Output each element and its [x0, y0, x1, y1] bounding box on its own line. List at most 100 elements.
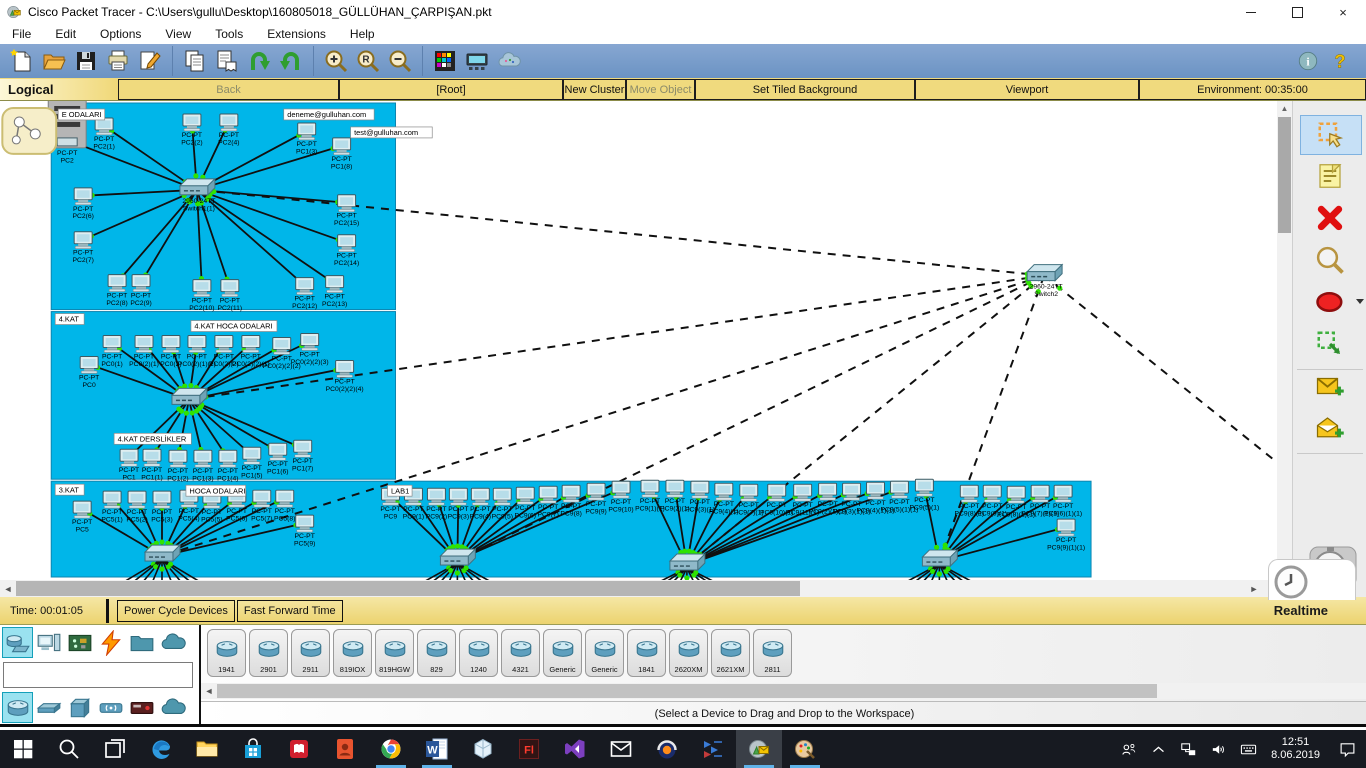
tray-people-icon[interactable]	[1113, 730, 1143, 768]
subcategory-wan-emulation[interactable]	[158, 693, 187, 722]
device-router-1941-0[interactable]: 1941	[207, 629, 246, 677]
scroll-left-arrow[interactable]: ◄	[0, 580, 16, 597]
pc-node[interactable]: PC5(8)PC-PTPC5(8)	[274, 490, 295, 522]
taskbar-paint-icon[interactable]	[782, 730, 828, 768]
switch-node[interactable]: switch	[922, 550, 957, 566]
pc-node[interactable]: PC9(6)PC-PTPC9(6)	[515, 487, 536, 519]
device-router-2911-2[interactable]: 2911	[291, 629, 330, 677]
pc-node[interactable]: PC1(3)PC-PTPC1(3)	[296, 123, 317, 155]
pc-node[interactable]: PC9(8)PC-PTPC9(8)	[560, 485, 581, 517]
device-list-scrollbar[interactable]: ◄	[201, 683, 1366, 699]
move-object-button[interactable]: Move Object	[626, 79, 695, 100]
taskbar-people-app-icon[interactable]	[322, 730, 368, 768]
switch-node[interactable]: switch	[440, 549, 475, 565]
pc-node[interactable]: PC9(3)PC-PTPC9(3)	[448, 488, 469, 520]
menu-extensions[interactable]: Extensions	[255, 27, 338, 41]
help-button[interactable]: ?	[1327, 48, 1353, 74]
pc-node[interactable]: PC2(6)PC-PTPC2(6)	[72, 188, 93, 220]
tray-volume-icon[interactable]	[1203, 730, 1233, 768]
taskbar-compare-app-icon[interactable]	[690, 730, 736, 768]
device-router-829-5[interactable]: 829	[417, 629, 456, 677]
subcategory-switches[interactable]	[34, 693, 63, 722]
canvas-text-label[interactable]: HOCA ODALARI	[186, 485, 246, 496]
pc-node[interactable]: PC1(3)PC-PTPC1(3)	[192, 450, 213, 482]
device-router-generic-8[interactable]: Generic	[543, 629, 582, 677]
close-button[interactable]: ×	[1320, 0, 1366, 24]
pc-node[interactable]: PC2(1)PC-PTPC2(1)	[93, 118, 114, 150]
select-tool[interactable]	[1300, 115, 1362, 155]
tray-network-icon[interactable]	[1173, 730, 1203, 768]
paste-button[interactable]	[214, 48, 240, 74]
note-edit-button[interactable]	[137, 48, 163, 74]
zoom-out-button[interactable]	[387, 48, 413, 74]
subcategory-routers[interactable]	[3, 693, 32, 722]
custom-device-button[interactable]	[464, 48, 490, 74]
pc-node[interactable]: PC1(4)PC-PTPC1(4)	[217, 450, 238, 482]
pc-node[interactable]: PC5(1)PC-PTPC5(1)	[101, 491, 122, 523]
action-center-icon[interactable]	[1328, 730, 1366, 768]
subcategory-security[interactable]	[127, 693, 156, 722]
switch-node[interactable]: switch	[172, 388, 207, 404]
power-cycle-devices-button[interactable]: Power Cycle Devices	[117, 600, 235, 622]
device-router-819iox-3[interactable]: 819IOX	[333, 629, 372, 677]
save-button[interactable]	[73, 48, 99, 74]
menu-edit[interactable]: Edit	[43, 27, 88, 41]
pc-node[interactable]: PC1(5)PC-PTPC1(5)	[241, 447, 262, 479]
vertical-scrollbar[interactable]: ▲ ▼	[1277, 101, 1292, 580]
zoom-in-button[interactable]	[323, 48, 349, 74]
tray-clock[interactable]: 12:51 8.06.2019	[1263, 736, 1328, 762]
pc-node[interactable]: PC9(5)PC-PTPC9(5)	[492, 488, 513, 520]
print-button[interactable]	[105, 48, 131, 74]
taskbar-start-icon[interactable]	[0, 730, 46, 768]
canvas-text-label[interactable]: 4.KAT	[55, 314, 84, 325]
resize-shape-tool[interactable]	[1300, 325, 1360, 363]
zoom-reset-button[interactable]: R	[355, 48, 381, 74]
canvas-text-label[interactable]: test@gulluhan.com	[351, 127, 433, 138]
menu-help[interactable]: Help	[338, 27, 387, 41]
device-scroll-thumb[interactable]	[217, 684, 1157, 698]
device-router-2901-1[interactable]: 2901	[249, 629, 288, 677]
pc-node[interactable]: PC1(6)PC-PTPC1(6)	[267, 443, 288, 475]
pc-node[interactable]: PC9(2)PC-PTPC9(2)	[426, 488, 447, 520]
draw-ellipse-tool[interactable]	[1300, 283, 1360, 321]
undo-button[interactable]	[246, 48, 272, 74]
taskbar-mixed-reality-icon[interactable]	[460, 730, 506, 768]
redo-button[interactable]	[278, 48, 304, 74]
workspace-canvas[interactable]: PC2PC-PTPC2PC2(1)PC-PTPC2(1)PC2(2)PC-PTP…	[0, 101, 1277, 580]
canvas-text-label[interactable]: 3.KAT	[55, 484, 84, 495]
pc-node[interactable]: PC2(4)PC-PTPC2(4)	[218, 114, 239, 146]
category-multiuser[interactable]	[158, 628, 187, 657]
pc-node[interactable]: PC5(7)PC-PTPC5(7)	[251, 490, 272, 522]
ellipse-dropdown-arrow[interactable]	[1356, 299, 1364, 304]
horizontal-scroll-thumb[interactable]	[16, 581, 800, 596]
subcategory-wireless-devices[interactable]	[96, 693, 125, 722]
scroll-up-arrow[interactable]: ▲	[1277, 101, 1292, 116]
device-router-4321-7[interactable]: 4321	[501, 629, 540, 677]
pc-node[interactable]: PC5(9)PC-PTPC5(9)	[294, 515, 315, 547]
category-network-devices[interactable]	[3, 628, 32, 657]
pc-node[interactable]: PC1(1)PC-PTPC1(1)	[141, 449, 162, 481]
menu-view[interactable]: View	[153, 27, 203, 41]
pc-node[interactable]: PC1(7)PC-PTPC1(7)	[292, 440, 313, 472]
open-folder-button[interactable]	[41, 48, 67, 74]
pc-node[interactable]: PC9(4)PC-PTPC9(4)	[470, 488, 491, 520]
add-simple-pdu-tool[interactable]	[1300, 367, 1360, 405]
device-router-2811-13[interactable]: 2811	[753, 629, 792, 677]
taskbar-task-view-icon[interactable]	[92, 730, 138, 768]
tray-keyboard-icon[interactable]	[1233, 730, 1263, 768]
pc-node[interactable]: PC9(7)PC-PTPC9(7)	[537, 486, 558, 518]
taskbar-visual-studio-icon[interactable]	[552, 730, 598, 768]
place-note-tool[interactable]	[1300, 157, 1360, 195]
taskbar-edge-icon[interactable]	[138, 730, 184, 768]
switch-node[interactable]: 2960-24TT Switch22960-24TTSwitch2	[1027, 265, 1063, 298]
category-connections[interactable]	[96, 628, 125, 657]
copy-button[interactable]	[182, 48, 208, 74]
tray-chevron-up-icon[interactable]	[1143, 730, 1173, 768]
device-router-2621xm-12[interactable]: 2621XM	[711, 629, 750, 677]
menu-tools[interactable]: Tools	[203, 27, 255, 41]
taskbar-flash-icon[interactable]: Fl	[506, 730, 552, 768]
set-tiled-background-button[interactable]: Set Tiled Background	[695, 79, 915, 100]
vertical-scroll-thumb[interactable]	[1278, 117, 1291, 233]
switch-node[interactable]: switch	[145, 545, 180, 561]
device-router-819hgw-4[interactable]: 819HGW	[375, 629, 414, 677]
